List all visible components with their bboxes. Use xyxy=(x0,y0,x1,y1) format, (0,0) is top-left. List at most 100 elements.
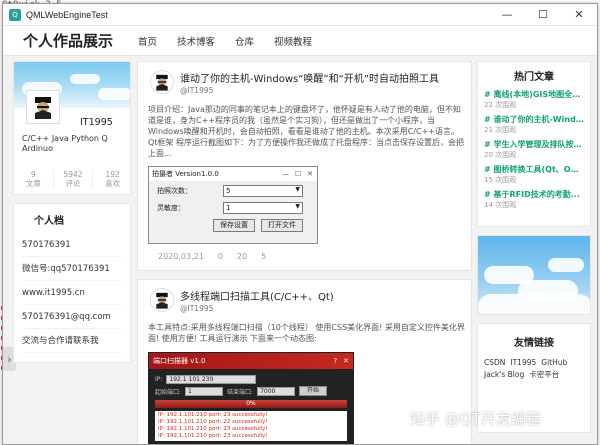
site-header: 个人作品展示 首页 技术博客 仓库 视频教程 xyxy=(3,26,597,56)
stat-comments[interactable]: 5942 评论 xyxy=(54,170,94,188)
stat-value: 192 xyxy=(105,170,120,179)
title-bar[interactable]: Q QMLWebEngineTest — ☐ ✕ xyxy=(3,4,597,26)
hot-article-link[interactable]: # 谁动了你的主机-Windows“唤醒”... xyxy=(484,114,584,125)
sensitivity-select: 1 ▼ xyxy=(223,201,303,214)
friend-link[interactable]: CSDN xyxy=(484,357,505,369)
friend-link[interactable]: 卡密平台 xyxy=(529,369,559,381)
hot-article-link[interactable]: # 图桥转换工具(Qt、OpenCV)... xyxy=(484,164,584,175)
end-port-field: 7000 xyxy=(257,386,296,396)
post-author-avatar[interactable] xyxy=(150,70,174,94)
port-scanner-screenshot: 端口扫描器 v1.0 ? ✕ IP: 192.1 101 230 起始端口: 1… xyxy=(148,352,354,444)
dialog-controls: — ☐ ✕ xyxy=(282,170,317,178)
avatar-figure-icon xyxy=(35,97,51,119)
profile-stats: 9 文章 5942 评论 192 喜欢 xyxy=(14,170,132,188)
save-settings-button: 保存设置 xyxy=(213,219,255,232)
posts-column: 谁动了你的主机-Windows“唤醒”和“开机”时自动拍照工具 @IT1995 … xyxy=(137,61,472,444)
log-line: IP: 192.1.101.210 port: 22 successfully! xyxy=(158,419,268,425)
nav-video-tutorials[interactable]: 视频教程 xyxy=(274,34,312,48)
stat-likes[interactable]: 192 喜欢 xyxy=(93,170,132,188)
window-title: QMLWebEngineTest xyxy=(26,9,108,20)
hot-article-link[interactable]: # 学生入学管理及排队按钮... xyxy=(484,139,584,150)
friend-link[interactable]: GitHub xyxy=(541,357,567,369)
post-likes[interactable]: 20 xyxy=(237,252,247,261)
start-port-label: 起始端口: xyxy=(155,388,182,396)
dialog-title: 拍摄者 Version1.0.0 xyxy=(152,170,219,178)
maximize-icon: ☐ xyxy=(294,170,302,178)
minimize-button[interactable]: — xyxy=(489,4,525,26)
left-column: IT1995 C/C++ Java Python Q Ardinuo 9 文章 … xyxy=(13,61,131,363)
help-icon: ? xyxy=(333,357,338,365)
personal-website[interactable]: www.it1995.cn xyxy=(22,281,122,305)
open-file-button: 打开文件 xyxy=(261,219,303,232)
scanner-port-row: 起始端口: 1 结束端口: 7000 开始 xyxy=(155,385,347,397)
post-excerpt: 本工具特点:采用多线程端口扫描（10个线程） 使用CSS美化界面! 采用自定义控… xyxy=(148,323,465,343)
page-content: › IT1995 C/C++ Java Python Q Ardinuo 9 文… xyxy=(3,57,597,444)
personal-email[interactable]: 570176391@qq.com xyxy=(22,305,122,329)
friend-links-list: CSDN IT1995 GitHub Jack's Blog 卡密平台 xyxy=(484,357,584,381)
post-author[interactable]: @IT1995 xyxy=(180,86,213,95)
main-nav: 首页 技术博客 仓库 视频教程 xyxy=(138,34,332,48)
hot-article-item: # 基于RFID技术的考勤... 14 次围观 xyxy=(484,189,584,210)
post-title[interactable]: 多线程端口扫描工具(C/C++、Qt) xyxy=(180,288,468,303)
app-icon: Q xyxy=(9,8,21,21)
scanner-ip-row: IP: 192.1 101 230 xyxy=(155,373,347,385)
nav-home[interactable]: 首页 xyxy=(138,34,157,48)
scanner-title-bar: 端口扫描器 v1.0 ? ✕ xyxy=(149,353,353,369)
post-date: 2020,03,21 xyxy=(158,252,204,261)
stat-articles[interactable]: 9 文章 xyxy=(14,170,54,188)
scan-progress-bar: 0% xyxy=(155,400,347,408)
stat-label: 文章 xyxy=(25,179,41,188)
stat-label: 评论 xyxy=(65,179,81,188)
hot-article-link[interactable]: # 基于RFID技术的考勤... xyxy=(484,189,584,200)
profile-name: IT1995 xyxy=(80,117,113,128)
scanner-panel: IP: 192.1 101 230 起始端口: 1 结束端口: 7000 开始 xyxy=(149,369,353,444)
nav-tech-blog[interactable]: 技术博客 xyxy=(177,34,215,48)
personal-qq[interactable]: 570176391 xyxy=(22,233,122,257)
hot-article-views: 15 次围观 xyxy=(484,176,517,184)
chevron-down-icon: ▼ xyxy=(295,202,300,210)
post-card: 谁动了你的主机-Windows“唤醒”和“开机”时自动拍照工具 @IT1995 … xyxy=(137,61,472,271)
start-scan-button: 开始 xyxy=(299,386,328,396)
post-comments[interactable]: 5 xyxy=(261,252,266,261)
hot-article-link[interactable]: # 离线(本地)GIS地图全自动化... xyxy=(484,89,584,100)
post-title[interactable]: 谁动了你的主机-Windows“唤醒”和“开机”时自动拍照工具 xyxy=(180,70,468,85)
dialog-buttons: 保存设置 打开文件 xyxy=(149,219,317,232)
avatar[interactable] xyxy=(26,90,60,124)
friend-link[interactable]: IT1995 xyxy=(510,357,536,369)
minimize-icon: — xyxy=(281,170,289,178)
hot-article-item: # 图桥转换工具(Qt、OpenCV)... 15 次围观 xyxy=(484,164,584,185)
dialog-title-bar: 拍摄者 Version1.0.0 — ☐ ✕ xyxy=(149,167,317,181)
hot-article-views: 21 次围观 xyxy=(484,126,517,134)
post-author-avatar[interactable] xyxy=(150,288,174,312)
hot-articles-card: 热门文章 # 离线(本地)GIS地图全自动化... 22 次围观 # 谁动了你的… xyxy=(477,61,591,227)
post-meta: 2020,03,21 0 20 5 xyxy=(158,252,266,261)
personal-contact[interactable]: 交流与合作请联系我 xyxy=(22,329,122,353)
maximize-button[interactable]: ☐ xyxy=(525,4,561,26)
friend-link[interactable]: Jack's Blog xyxy=(484,369,524,381)
stat-value: 5942 xyxy=(63,170,83,179)
screenshot-dialog: 拍摄者 Version1.0.0 — ☐ ✕ 拍照次数： 5 ▼ 灵敏度： 1 … xyxy=(148,166,318,244)
ip-field: 192.1 101 230 xyxy=(166,374,257,384)
close-icon: ✕ xyxy=(343,357,349,365)
hot-articles-title: 热门文章 xyxy=(514,72,554,83)
scanner-title: 端口扫描器 v1.0 xyxy=(153,357,206,365)
dialog-row-photo-count: 拍照次数： 5 ▼ xyxy=(149,183,317,198)
personal-info-card: 个人档 570176391 微信号:qq570176391 www.it1995… xyxy=(13,203,131,363)
personal-info-title: 个人档 xyxy=(34,216,64,227)
stat-label: 喜欢 xyxy=(105,179,121,188)
dialog-row-sensitivity: 灵敏度： 1 ▼ xyxy=(149,200,317,215)
scan-log: IP: 192.1.101.210 port: 23 successfully!… xyxy=(155,411,347,441)
post-author[interactable]: @IT1995 xyxy=(180,304,213,313)
site-brand[interactable]: 个人作品展示 xyxy=(23,30,138,51)
personal-wechat[interactable]: 微信号:qq570176391 xyxy=(22,257,122,281)
hot-article-item: # 谁动了你的主机-Windows“唤醒”... 21 次围观 xyxy=(484,114,584,135)
ip-label: IP: xyxy=(155,375,163,383)
post-excerpt: 项目介绍：Java那边的同事的笔记本上的键盘坏了，他怀疑是有人动了他的电脑，但不… xyxy=(148,105,464,158)
sensitivity-label: 灵敏度： xyxy=(157,203,185,212)
nav-repository[interactable]: 仓库 xyxy=(235,34,254,48)
right-column: 热门文章 # 离线(本地)GIS地图全自动化... 22 次围观 # 谁动了你的… xyxy=(477,61,591,433)
profile-bio: C/C++ Java Python Q Ardinuo xyxy=(22,134,108,153)
close-button[interactable]: ✕ xyxy=(561,4,597,26)
log-line: IP: 192.1.101.210 port: 23 successfully! xyxy=(158,426,268,432)
scanner-controls: ? ✕ xyxy=(333,357,353,365)
